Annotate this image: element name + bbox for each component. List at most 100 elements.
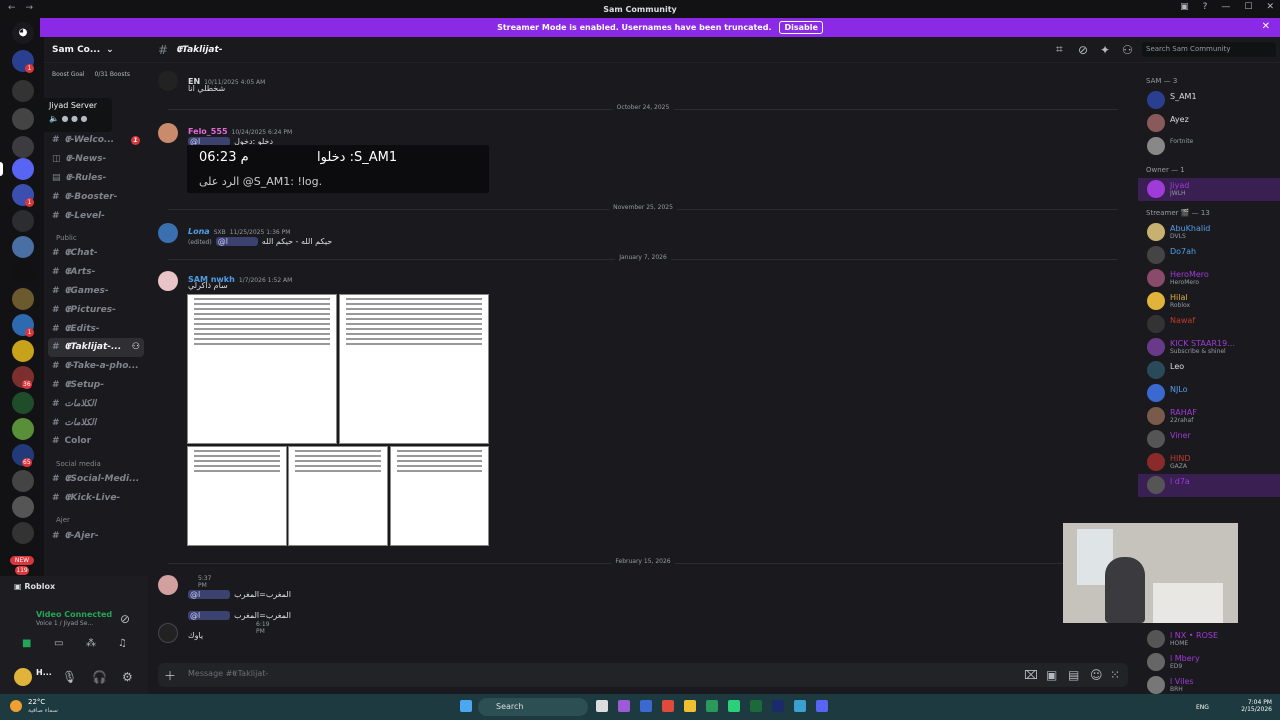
screen-share-icon[interactable]: ▭ [54, 638, 63, 649]
avatar[interactable] [158, 123, 178, 143]
member-list-icon[interactable]: ⚇ [1122, 43, 1133, 57]
disconnect-icon[interactable]: ⊘ [120, 612, 130, 626]
category-social[interactable]: Social media [44, 460, 148, 470]
taskbar-app-icon[interactable] [772, 700, 784, 712]
headset-icon[interactable]: 🎧 [92, 670, 107, 684]
inbox-icon[interactable]: ▣ [1180, 2, 1189, 12]
back-icon[interactable]: ← [8, 3, 16, 13]
channel-setup[interactable]: # 𝕰Setup- [44, 376, 148, 395]
user-mention[interactable]: @l [188, 590, 231, 599]
member-item[interactable]: l Viles BRH [1138, 674, 1280, 694]
server-icon[interactable] [12, 80, 34, 102]
taskbar-app-icon[interactable] [662, 700, 674, 712]
category-ajer[interactable]: Ajer [44, 516, 148, 526]
minimize-icon[interactable]: — [1221, 2, 1230, 12]
gear-icon[interactable]: ⚙ [122, 670, 133, 684]
clock[interactable]: 7:04 PM 2/15/2026 [1241, 699, 1272, 713]
discord-home-icon[interactable]: ◕ [12, 22, 34, 44]
apps-icon[interactable]: ⁙ [1110, 668, 1120, 682]
member-item[interactable]: l Mbery ED9 [1138, 651, 1280, 674]
soundboard-icon[interactable]: ♫ [118, 638, 127, 649]
gift-icon[interactable]: ⌧ [1024, 668, 1038, 682]
server-icon[interactable] [12, 496, 34, 518]
server-icon[interactable] [12, 288, 34, 310]
member-item[interactable]: l NX • ROSE HOME [1138, 628, 1280, 651]
server-icon[interactable] [12, 262, 34, 284]
voice-channel-sub[interactable]: Voice 1 / Jiyad Se... [36, 620, 93, 627]
member-item[interactable]: RAHAF 22rahaf [1138, 405, 1280, 428]
channel-chat[interactable]: # 𝕰Chat- [44, 244, 148, 263]
member-item[interactable]: l d7a [1138, 474, 1280, 497]
tray-lang[interactable]: ENG [1196, 704, 1209, 711]
channel-games[interactable]: # 𝕰Games- [44, 282, 148, 301]
channel-kick-live[interactable]: # 𝕰Kick-Live- [44, 489, 148, 508]
channel-edits[interactable]: # 𝕰Edits- [44, 319, 148, 338]
server-icon[interactable] [12, 108, 34, 130]
notification-icon[interactable]: ⊘ [1078, 43, 1088, 57]
server-icon[interactable] [12, 340, 34, 362]
pin-icon[interactable]: ✦ [1100, 43, 1110, 57]
member-item[interactable]: NJLo [1138, 382, 1280, 405]
channel-arts[interactable]: # 𝕰Arts- [44, 263, 148, 282]
disable-button[interactable]: Disable [779, 21, 823, 34]
channel-news[interactable]: ◫ 𝕰-News- [44, 150, 148, 169]
message-composer[interactable]: ＋ Message #𝕰Taklijat- ⌧ ▣ ▤ ☺ ⁙ [158, 663, 1128, 687]
avatar[interactable] [14, 668, 32, 686]
emoji-icon[interactable]: ☺ [1090, 668, 1103, 682]
taskbar-app-icon[interactable] [684, 700, 696, 712]
channel-level[interactable]: # 𝕰-Level- [44, 206, 148, 225]
windows-start-icon[interactable] [460, 700, 472, 712]
avatar[interactable] [158, 71, 178, 91]
sticker-icon[interactable]: ▤ [1068, 668, 1079, 682]
search-input[interactable]: Search Sam Community [1142, 42, 1276, 57]
member-item[interactable]: Leo [1138, 359, 1280, 382]
taskbar-app-icon[interactable] [750, 700, 762, 712]
server-icon[interactable] [12, 136, 34, 158]
member-item[interactable]: Nawaf [1138, 313, 1280, 336]
discord-taskbar-icon[interactable] [816, 700, 828, 712]
member-item[interactable]: Do7ah [1138, 244, 1280, 267]
user-mention[interactable]: @l [188, 611, 231, 620]
forward-icon[interactable]: → [26, 3, 34, 13]
boost-goal[interactable]: Boost Goal 0/31 Boosts [44, 63, 148, 78]
worksheet-image[interactable] [288, 446, 388, 546]
member-item[interactable]: AbuKhalid DVLS [1138, 221, 1280, 244]
server-header[interactable]: Sam Co... ⌄ [44, 37, 148, 63]
member-item[interactable]: Ayez [1138, 112, 1280, 135]
maximize-icon[interactable]: ☐ [1244, 2, 1252, 12]
avatar[interactable] [158, 623, 178, 643]
image-embed[interactable]: 06:23 م دخلوا :S_AM1 الرد على @S_AM1: !l… [187, 145, 489, 193]
server-icon[interactable] [12, 392, 34, 414]
taskbar-app-icon[interactable] [794, 700, 806, 712]
add-member-icon[interactable]: ⚇ [132, 342, 140, 352]
user-mention[interactable]: @l [215, 237, 258, 246]
member-item[interactable]: HeroMero HeroMero [1138, 267, 1280, 290]
taskbar-app-icon[interactable] [728, 700, 740, 712]
nav-arrows[interactable]: ← → [8, 3, 33, 13]
member-item[interactable]: Viner [1138, 428, 1280, 451]
activity-icon[interactable]: ⁂ [86, 638, 96, 649]
weather-icon[interactable] [10, 700, 22, 712]
mic-icon[interactable]: 🎙 [62, 670, 77, 684]
channel-arabic-2[interactable]: # الكلامات [44, 413, 148, 432]
channel-ajer[interactable]: # 𝕰-Ajer- [44, 526, 148, 545]
taskbar-search[interactable]: Search [478, 698, 588, 716]
channel-rules[interactable]: ▤ 𝕰-Rules- [44, 169, 148, 188]
member-item[interactable]: Hilal Roblox [1138, 290, 1280, 313]
channel-booster[interactable]: # 𝕰-Booster- [44, 187, 148, 206]
server-icon[interactable] [12, 210, 34, 232]
member-item[interactable]: Jiyad JWLH [1138, 178, 1280, 201]
threads-icon[interactable]: ⌗ [1056, 42, 1063, 57]
help-icon[interactable]: ? [1203, 2, 1208, 12]
avatar[interactable] [158, 271, 178, 291]
close-window-icon[interactable]: ✕ [1266, 2, 1274, 12]
channel-social-media[interactable]: # 𝕰Social-Medi... [44, 470, 148, 489]
channel-take-photo[interactable]: # 𝕰-Take-a-pho... [44, 357, 148, 376]
avatar[interactable] [158, 223, 178, 243]
close-icon[interactable]: ✕ [1262, 21, 1270, 32]
channel-pictures[interactable]: # 𝕰Pictures- [44, 300, 148, 319]
server-icon[interactable] [12, 522, 34, 544]
server-icon[interactable] [12, 158, 34, 180]
channel-color[interactable]: # Color [44, 432, 148, 451]
channel-welcome[interactable]: # 𝕰-Welco... 1 [44, 131, 148, 150]
